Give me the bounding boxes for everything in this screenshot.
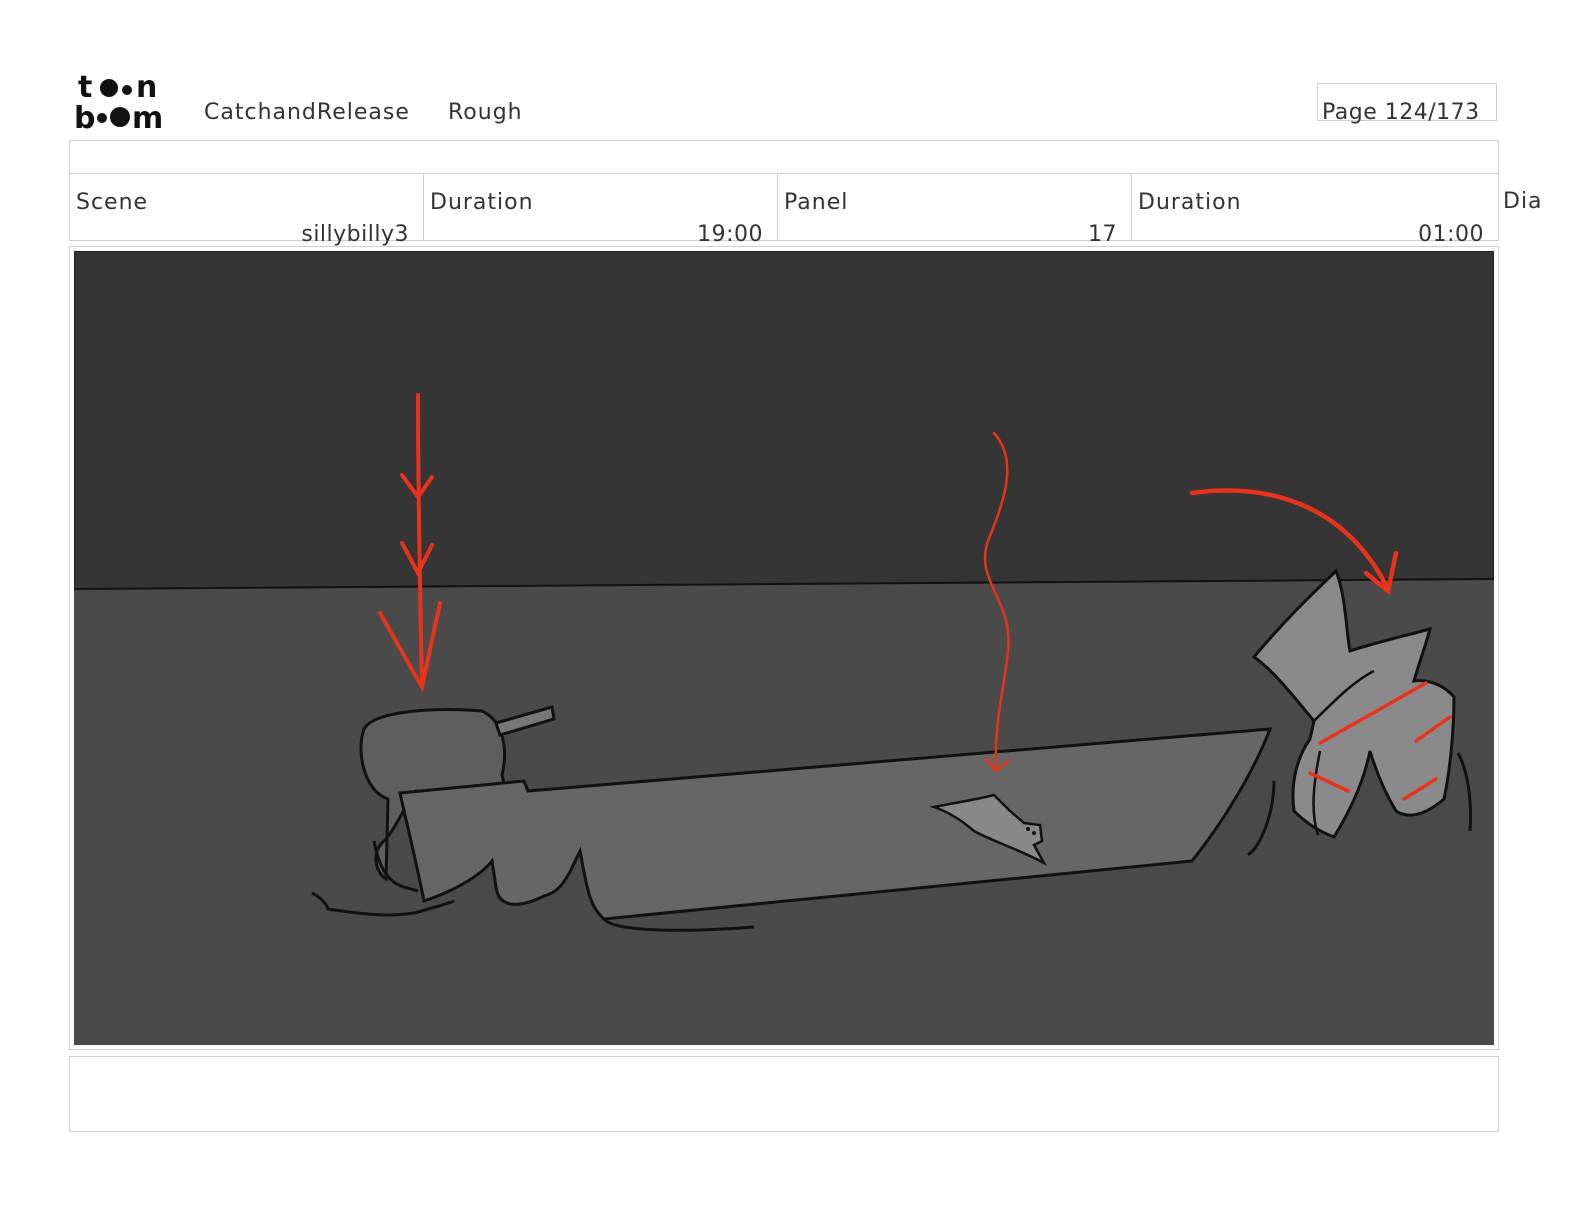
storyboard-drawing: [74, 251, 1494, 1045]
scene-duration-label: Duration: [430, 190, 534, 215]
panel-duration-value: 01:00: [1418, 222, 1484, 247]
fin-dot: [1032, 831, 1036, 835]
panel-value: 17: [1088, 222, 1117, 247]
fin-dot: [1026, 827, 1030, 831]
scene-label: Scene: [76, 190, 149, 215]
scene-value: sillybilly3: [301, 222, 409, 247]
panel-duration-label: Duration: [1138, 190, 1242, 215]
panel-cell: Panel 17: [778, 174, 1132, 247]
project-name: CatchandRelease: [204, 100, 410, 125]
svg-text:n: n: [136, 70, 157, 105]
stage-label: Rough: [448, 100, 523, 125]
svg-text:m: m: [132, 101, 163, 132]
scene-duration-value: 19:00: [697, 222, 763, 247]
panel-label: Panel: [784, 190, 849, 215]
svg-text:b: b: [74, 101, 95, 132]
header-blank-row: [69, 140, 1499, 174]
dialogue-label: Dia: [1503, 189, 1543, 214]
svg-text:t: t: [78, 70, 92, 105]
panel-info-row: Scene sillybilly3 Duration 19:00 Panel 1…: [69, 173, 1499, 247]
panel-duration-cell: Duration 01:00: [1132, 174, 1498, 247]
panel-frame: [69, 246, 1499, 1050]
toonboom-logo: t n b m: [74, 70, 163, 132]
scene-cell: Scene sillybilly3: [70, 174, 424, 247]
dialogue-notes-box: [69, 1056, 1499, 1132]
page-number: Page 124/173: [1322, 100, 1480, 125]
scene-duration-cell: Duration 19:00: [424, 174, 778, 247]
